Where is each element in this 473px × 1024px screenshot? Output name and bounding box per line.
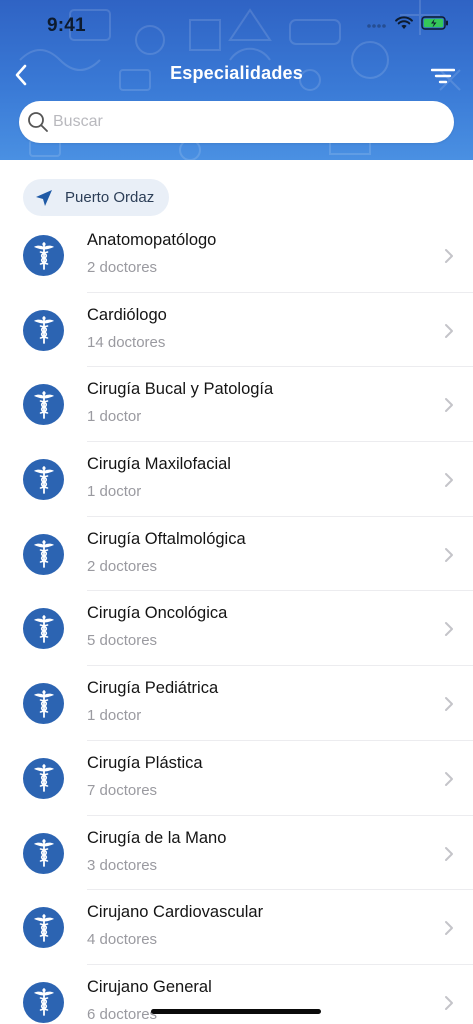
specialty-name: Cirugía Pediátrica <box>87 679 219 698</box>
specialty-name: Cirujano General <box>87 977 212 996</box>
list-item[interactable]: Anatomopatólogo 2 doctores <box>0 218 473 293</box>
list-item[interactable]: Cardiólogo 14 doctores <box>0 293 473 368</box>
caduceus-icon <box>23 981 64 1023</box>
list-item[interactable]: Cirugía Maxilofacial 1 doctor <box>0 442 473 517</box>
wifi-icon <box>395 16 413 29</box>
specialty-name: Cirugía Maxilofacial <box>87 455 231 474</box>
search-input[interactable] <box>53 113 413 131</box>
list-item[interactable]: Cirugía Oncológica 5 doctores <box>0 591 473 666</box>
caduceus-icon <box>23 459 64 501</box>
doctor-count: 2 doctores <box>87 557 158 575</box>
doctor-count: 14 doctores <box>87 333 166 351</box>
list-item[interactable]: Cirugía Bucal y Patología 1 doctor <box>0 367 473 442</box>
chevron-right-icon <box>445 398 453 413</box>
chevron-right-icon <box>445 995 453 1010</box>
caduceus-icon <box>23 683 64 725</box>
list-item[interactable]: Cirugía Pediátrica 1 doctor <box>0 666 473 741</box>
doctor-count: 1 doctor <box>87 707 142 725</box>
chevron-right-icon <box>445 697 453 712</box>
caduceus-icon <box>23 757 64 799</box>
nav-bar: Especialidades <box>0 52 473 96</box>
list-item[interactable]: Cirujano Cardiovascular 4 doctores <box>0 890 473 965</box>
status-time: 9:41 <box>47 15 86 36</box>
battery-icon <box>421 16 448 30</box>
list-item[interactable]: Cirugía Oftalmológica 2 doctores <box>0 517 473 592</box>
caduceus-icon <box>23 384 64 426</box>
specialty-list: Anatomopatólogo 2 doctores Cardiólogo 14 do… <box>0 218 473 1024</box>
doctor-count: 4 doctores <box>87 931 158 949</box>
chevron-right-icon <box>445 921 453 936</box>
header: 9:41 Especialidades Buscar <box>0 0 473 160</box>
chevron-right-icon <box>445 846 453 861</box>
chevron-right-icon <box>445 547 453 562</box>
filter-icon <box>431 68 455 84</box>
chevron-right-icon <box>445 249 453 263</box>
caduceus-icon <box>23 832 64 874</box>
chevron-right-icon <box>445 771 453 786</box>
specialty-name: Cirujano Cardiovascular <box>87 903 264 922</box>
specialty-name: Anatomopatólogo <box>87 231 217 249</box>
specialties-screen: 9:41 Especialidades Buscar Puerto Ordaz … <box>0 0 473 1024</box>
home-indicator <box>151 1009 321 1014</box>
status-icons <box>367 16 449 30</box>
caduceus-icon <box>23 309 64 351</box>
caduceus-icon <box>23 235 64 276</box>
doctor-count: 1 doctor <box>87 483 142 501</box>
specialty-name: Cirugía Oncológica <box>87 604 228 623</box>
specialty-name: Cirugía de la Mano <box>87 828 227 847</box>
status-bar: 9:41 <box>0 0 473 50</box>
chevron-right-icon <box>445 622 453 637</box>
caduceus-icon <box>23 907 64 949</box>
caduceus-icon <box>23 533 64 575</box>
chevron-right-icon <box>445 323 453 338</box>
list-item[interactable]: Cirugía de la Mano 3 doctores <box>0 816 473 891</box>
specialty-name: Cirugía Plástica <box>87 753 203 772</box>
caduceus-icon <box>23 608 64 650</box>
location-label: Puerto Ordaz <box>65 189 155 206</box>
signal-icon <box>367 24 386 28</box>
doctor-count: 1 doctor <box>87 408 142 426</box>
page-title: Especialidades <box>170 63 303 83</box>
list-item[interactable]: Cirujano General 6 doctores <box>0 965 473 1024</box>
specialty-name: Cardiólogo <box>87 305 167 324</box>
chevron-right-icon <box>445 473 453 488</box>
doctor-count: 3 doctores <box>87 856 158 874</box>
doctor-count: 7 doctores <box>87 781 158 799</box>
search-icon <box>28 112 48 132</box>
list-item[interactable]: Cirugía Plástica 7 doctores <box>0 741 473 816</box>
doctor-count: 2 doctores <box>87 259 158 276</box>
specialty-name: Cirugía Bucal y Patología <box>87 380 274 399</box>
doctor-count: 6 doctores <box>87 1005 158 1023</box>
location-chip[interactable]: Puerto Ordaz <box>23 179 170 216</box>
specialty-name: Cirugía Oftalmológica <box>87 529 246 548</box>
filter-button[interactable] <box>429 62 457 90</box>
search-bar[interactable] <box>19 101 454 143</box>
location-arrow-icon <box>36 189 52 206</box>
doctor-count: 5 doctores <box>87 632 158 650</box>
